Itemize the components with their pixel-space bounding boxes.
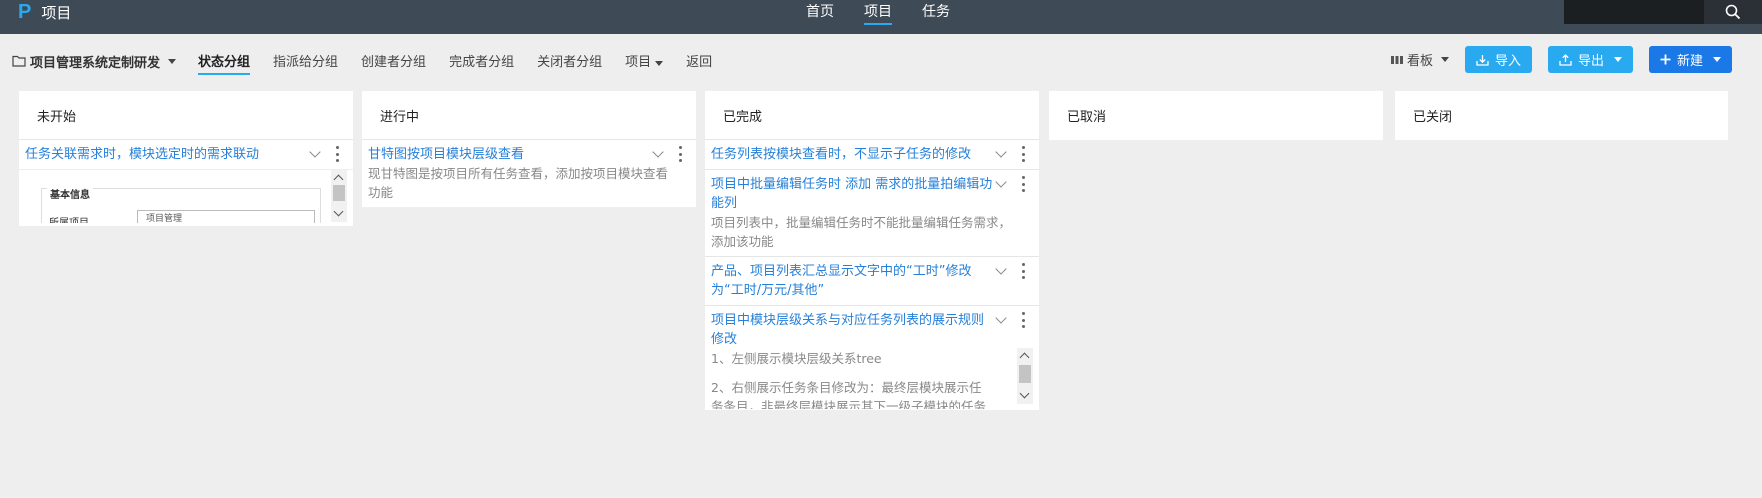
- column-title: 已取消: [1067, 110, 1107, 125]
- more-icon[interactable]: [1022, 312, 1025, 328]
- task-card[interactable]: 产品、项目列表汇总显示文字中的“工时”修改为“工时/万元/其他”: [705, 257, 1039, 306]
- nav-project[interactable]: 项目: [864, 4, 892, 25]
- export-button[interactable]: 导出: [1547, 46, 1633, 73]
- task-card[interactable]: 甘特图按项目模块层级查看 现甘特图是按项目所有任务查看，添加按项目模块查看功能: [362, 140, 696, 207]
- plus-icon: [1660, 54, 1671, 65]
- caret-down-icon: [1613, 57, 1622, 62]
- task-title[interactable]: 任务关联需求时，模块选定时的需求联动: [25, 145, 325, 164]
- tab-back[interactable]: 返回: [686, 51, 712, 72]
- field-label: 所属项目: [49, 214, 89, 223]
- tab-project-label: 项目: [625, 54, 652, 70]
- tab-closer-group[interactable]: 关闭者分组: [537, 51, 602, 72]
- tab-project-dropdown[interactable]: 项目: [625, 51, 664, 72]
- scroll-up-icon[interactable]: [333, 174, 344, 185]
- task-description-line: 2、右侧展示任务条目修改为：最终层模块展示任务条目，非最终层模块展示其下一级子模…: [711, 380, 987, 409]
- kanban-icon: [1390, 55, 1403, 64]
- search-icon: [1725, 4, 1741, 20]
- task-title[interactable]: 甘特图按项目模块层级查看: [368, 145, 668, 164]
- caret-down-icon: [1440, 57, 1449, 62]
- new-label: 新建: [1676, 54, 1703, 69]
- logo-icon: P: [18, 1, 32, 23]
- column-title: 进行中: [362, 91, 696, 140]
- kanban-column-cancelled: 已取消: [1049, 91, 1383, 140]
- import-label: 导入: [1494, 54, 1521, 69]
- kanban-column-closed: 已关闭: [1395, 91, 1728, 140]
- task-title[interactable]: 任务列表按模块查看时，不显示子任务的修改: [711, 145, 1011, 164]
- view-selector[interactable]: 看板: [1390, 50, 1449, 69]
- task-title[interactable]: 项目中模块层级关系与对应任务列表的展示规则修改: [711, 311, 1011, 349]
- task-card[interactable]: 项目中批量编辑任务时 添加 需求的批量拍编辑功能列 项目列表中，批量编辑任务时不…: [705, 170, 1039, 257]
- top-navbar: P 项目 首页 项目 任务: [0, 0, 1762, 34]
- scroll-down-icon[interactable]: [1019, 388, 1030, 399]
- new-button[interactable]: 新建: [1648, 46, 1732, 73]
- caret-down-icon: [655, 60, 664, 66]
- tab-finisher-group[interactable]: 完成者分组: [449, 51, 514, 72]
- scroll-thumb[interactable]: [333, 185, 345, 201]
- view-label: 看板: [1406, 54, 1433, 69]
- search-input[interactable]: [1564, 0, 1704, 24]
- field-input[interactable]: 项目管理: [137, 210, 315, 223]
- column-title: 已完成: [705, 91, 1039, 140]
- caret-down-icon: [168, 58, 177, 64]
- project-name: 项目管理系统定制研发: [30, 55, 161, 71]
- right-toolbar: 看板 导入 导出 新建: [1390, 46, 1732, 73]
- column-title: 已关闭: [1413, 110, 1453, 125]
- more-icon[interactable]: [1022, 146, 1025, 162]
- task-title[interactable]: 项目中批量编辑任务时 添加 需求的批量拍编辑功能列: [711, 175, 1011, 213]
- nav-task[interactable]: 任务: [922, 4, 950, 25]
- app-logo[interactable]: P 项目: [18, 1, 71, 23]
- column-title: 未开始: [19, 91, 353, 140]
- more-icon[interactable]: [679, 146, 682, 162]
- tab-assignee-group[interactable]: 指派给分组: [273, 51, 338, 72]
- task-card[interactable]: 任务列表按模块查看时，不显示子任务的修改: [705, 140, 1039, 170]
- task-description: 项目列表中，批量编辑任务时不能批量编辑任务需求，添加该功能: [711, 215, 1012, 249]
- task-detail-preview: 基本信息 所属项目 项目管理: [19, 169, 353, 223]
- scroll-up-icon[interactable]: [1019, 352, 1030, 363]
- import-button[interactable]: 导入: [1464, 46, 1532, 73]
- more-icon[interactable]: [1022, 263, 1025, 279]
- caret-down-icon: [1713, 57, 1721, 62]
- task-description-scroll: 1、左侧展示模块层级关系tree 2、右侧展示任务条目修改为：最终层模块展示任务…: [711, 349, 1011, 409]
- project-selector[interactable]: 项目管理系统定制研发: [12, 52, 177, 71]
- kanban-column-not-started: 未开始 任务关联需求时，模块选定时的需求联动 基本信息 所属项目 项目管理: [19, 91, 353, 226]
- scrollbar[interactable]: [331, 170, 347, 222]
- kanban-column-done: 已完成 任务列表按模块查看时，不显示子任务的修改 项目中批量编辑任务时 添加 需…: [705, 91, 1039, 410]
- tab-creator-group[interactable]: 创建者分组: [361, 51, 426, 72]
- task-card[interactable]: 任务关联需求时，模块选定时的需求联动: [19, 140, 353, 169]
- task-description-line: 1、左侧展示模块层级关系tree: [711, 351, 882, 366]
- export-icon: [1559, 53, 1572, 66]
- task-title[interactable]: 产品、项目列表汇总显示文字中的“工时”修改为“工时/万元/其他”: [711, 262, 1011, 300]
- sub-toolbar: 项目管理系统定制研发 状态分组 指派给分组 创建者分组 完成者分组 关闭者分组 …: [12, 50, 735, 75]
- more-icon[interactable]: [336, 146, 339, 162]
- export-label: 导出: [1577, 54, 1604, 69]
- folder-icon: [12, 55, 26, 67]
- task-description: 现甘特图是按项目所有任务查看，添加按项目模块查看功能: [368, 166, 669, 200]
- nav-home[interactable]: 首页: [806, 4, 834, 25]
- scroll-down-icon[interactable]: [333, 206, 344, 217]
- app-title: 项目: [41, 3, 72, 22]
- tab-status-group[interactable]: 状态分组: [198, 51, 251, 75]
- scrollbar[interactable]: [1017, 348, 1033, 404]
- task-card[interactable]: 项目中模块层级关系与对应任务列表的展示规则修改 1、左侧展示模块层级关系tree…: [705, 306, 1039, 410]
- import-icon: [1476, 54, 1489, 66]
- fieldset-legend: 基本信息: [47, 186, 93, 201]
- more-icon[interactable]: [1022, 176, 1025, 192]
- search-button[interactable]: [1704, 0, 1762, 24]
- main-nav: 首页 项目 任务: [806, 4, 950, 25]
- kanban-column-in-progress: 进行中 甘特图按项目模块层级查看 现甘特图是按项目所有任务查看，添加按项目模块查…: [362, 91, 696, 207]
- scroll-thumb[interactable]: [1019, 365, 1031, 383]
